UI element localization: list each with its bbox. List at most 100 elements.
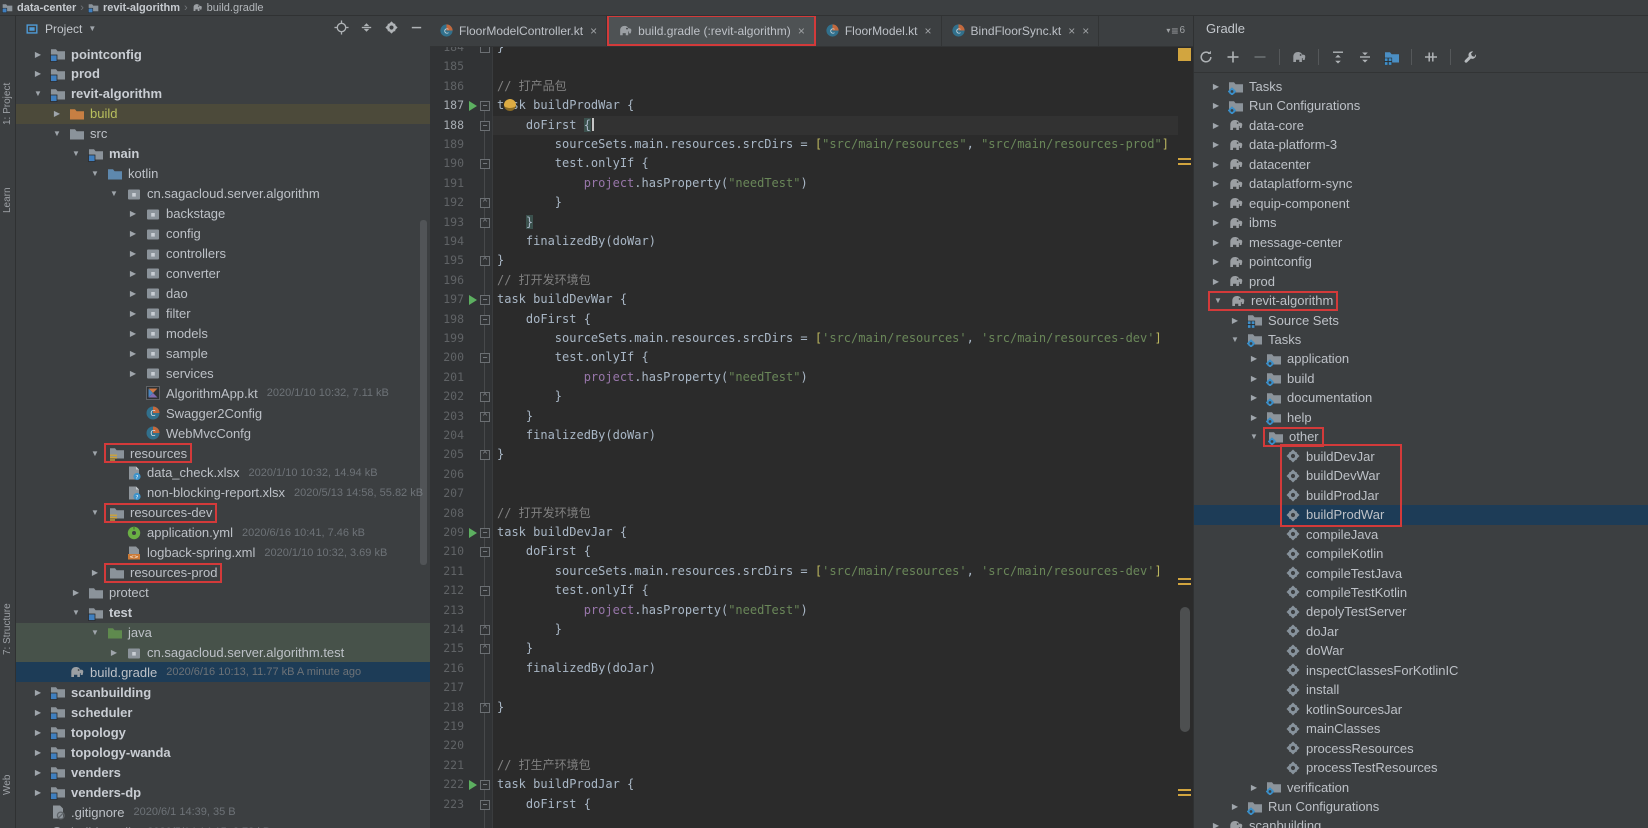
project-row-non-blocking-report.xlsx[interactable]: ?non-blocking-report.xlsx2020/5/13 14:58…	[15, 483, 430, 503]
project-row-application.yml[interactable]: application.yml2020/6/16 10:41, 7.46 kB	[15, 523, 430, 543]
gradle-row-help[interactable]: ▶help	[1194, 407, 1648, 427]
project-view-title[interactable]: Project	[45, 22, 82, 36]
run-task-icon[interactable]	[469, 528, 477, 538]
gradle-row-prod[interactable]: ▶prod	[1194, 271, 1648, 291]
project-row-cn.sagacloud.server.algorithm[interactable]: ▼cn.sagacloud.server.algorithm	[15, 184, 430, 204]
code-line-217[interactable]: 217	[430, 678, 1193, 697]
gradle-row-install[interactable]: install	[1194, 680, 1648, 700]
wrench-icon[interactable]	[1462, 49, 1478, 65]
group-sourceset-icon[interactable]	[1384, 49, 1400, 65]
project-row-main[interactable]: ▼main	[15, 144, 430, 164]
project-row-test[interactable]: ▼test	[15, 603, 430, 623]
code-line-192[interactable]: 192^ }	[430, 193, 1193, 212]
gradle-row-dowar[interactable]: doWar	[1194, 641, 1648, 661]
tree-collapsed-icon[interactable]: ▶	[1249, 413, 1259, 422]
tree-collapsed-icon[interactable]: ▶	[1211, 238, 1221, 247]
close-icon[interactable]: ×	[798, 24, 805, 38]
project-row-models[interactable]: ▶models	[15, 323, 430, 343]
collapse-all-icon[interactable]	[1357, 49, 1373, 65]
tool-window-button-web[interactable]: Web	[0, 743, 15, 795]
gradle-row-source-sets[interactable]: ▶Source Sets	[1194, 310, 1648, 330]
tree-expanded-icon[interactable]: ▼	[109, 189, 119, 198]
fold-collapse-icon[interactable]: −	[480, 800, 490, 810]
code-editor[interactable]: 184^}185186// 打产品包187−task buildProdWar …	[430, 46, 1193, 828]
code-line-186[interactable]: 186// 打产品包	[430, 77, 1193, 96]
gradle-row-depolytestserver[interactable]: depolyTestServer	[1194, 602, 1648, 622]
project-row-filter[interactable]: ▶filter	[15, 303, 430, 323]
tree-collapsed-icon[interactable]: ▶	[128, 249, 138, 258]
project-row-webmvcconfg[interactable]: CWebMvcConfg	[15, 423, 430, 443]
gradle-row-message-center[interactable]: ▶message-center	[1194, 232, 1648, 252]
project-row-scheduler[interactable]: ▶scheduler	[15, 702, 430, 722]
gradle-row-builddevjar[interactable]: buildDevJar	[1194, 446, 1648, 466]
fold-collapse-icon[interactable]: −	[480, 586, 490, 596]
fold-end-icon[interactable]: ^	[480, 256, 490, 266]
close-icon[interactable]: ×	[925, 24, 932, 38]
tree-collapsed-icon[interactable]: ▶	[1211, 160, 1221, 169]
code-line-187[interactable]: 187−task buildProdWar {	[430, 96, 1193, 115]
tree-collapsed-icon[interactable]: ▶	[33, 708, 43, 717]
code-line-196[interactable]: 196// 打开发环境包	[430, 271, 1193, 290]
code-line-197[interactable]: 197−task buildDevWar {	[430, 290, 1193, 309]
gradle-row-inspectclassesforkotlinic[interactable]: inspectClassesForKotlinIC	[1194, 660, 1648, 680]
gradle-row-datacenter[interactable]: ▶datacenter	[1194, 154, 1648, 174]
run-task-icon[interactable]	[469, 295, 477, 305]
fold-collapse-icon[interactable]: −	[480, 121, 490, 131]
gradle-row-compilejava[interactable]: compileJava	[1194, 524, 1648, 544]
gradle-row-compiletestjava[interactable]: compileTestJava	[1194, 563, 1648, 583]
fold-end-icon[interactable]: ^	[480, 450, 490, 460]
project-row-sample[interactable]: ▶sample	[15, 343, 430, 363]
tree-collapsed-icon[interactable]: ▶	[1211, 179, 1221, 188]
gradle-row-mainclasses[interactable]: mainClasses	[1194, 719, 1648, 739]
project-row-prod[interactable]: ▶prod	[15, 64, 430, 84]
gradle-row-tasks[interactable]: ▶Tasks	[1194, 77, 1648, 97]
tree-collapsed-icon[interactable]: ▶	[128, 329, 138, 338]
project-scrollbar[interactable]	[420, 220, 427, 565]
tree-collapsed-icon[interactable]: ▶	[128, 349, 138, 358]
tree-collapsed-icon[interactable]: ▶	[33, 748, 43, 757]
project-row-topology-wanda[interactable]: ▶topology-wanda	[15, 742, 430, 762]
close-icon[interactable]: ×	[1068, 24, 1075, 38]
hidden-tabs-dropdown[interactable]: ▾≡6	[1166, 15, 1193, 46]
tree-collapsed-icon[interactable]: ▶	[33, 69, 43, 78]
tree-expanded-icon[interactable]: ▼	[90, 628, 100, 637]
code-line-209[interactable]: 209−task buildDevJar {	[430, 523, 1193, 542]
tree-collapsed-icon[interactable]: ▶	[1211, 199, 1221, 208]
code-line-219[interactable]: 219	[430, 717, 1193, 736]
project-row-services[interactable]: ▶services	[15, 363, 430, 383]
gradle-row-scanbuilding[interactable]: ▶scanbuilding	[1194, 816, 1648, 828]
project-row-kotlin[interactable]: ▼kotlin	[15, 164, 430, 184]
tree-collapsed-icon[interactable]: ▶	[90, 568, 100, 577]
project-row-backstage[interactable]: ▶backstage	[15, 204, 430, 224]
split-bars-icon[interactable]	[1423, 49, 1439, 65]
tree-collapsed-icon[interactable]: ▶	[33, 688, 43, 697]
project-view-header[interactable]: Project ▼	[15, 15, 430, 42]
gradle-row-builddevwar[interactable]: buildDevWar	[1194, 466, 1648, 486]
gradle-run-icon[interactable]	[1291, 49, 1307, 65]
tree-collapsed-icon[interactable]: ▶	[128, 209, 138, 218]
project-row-swagger2config[interactable]: CSwagger2Config	[15, 403, 430, 423]
tree-collapsed-icon[interactable]: ▶	[52, 109, 62, 118]
fold-collapse-icon[interactable]: −	[480, 547, 490, 557]
tree-expanded-icon[interactable]: ▼	[1213, 296, 1223, 305]
tree-expanded-icon[interactable]: ▼	[71, 608, 81, 617]
gradle-row-dojar[interactable]: doJar	[1194, 621, 1648, 641]
fold-end-icon[interactable]: ^	[480, 703, 490, 713]
sync-icon[interactable]	[1198, 49, 1214, 65]
code-line-204[interactable]: 204 finalizedBy(doWar)	[430, 426, 1193, 445]
remove-icon[interactable]	[1252, 49, 1268, 65]
tree-collapsed-icon[interactable]: ▶	[1211, 257, 1221, 266]
tree-collapsed-icon[interactable]: ▶	[1249, 354, 1259, 363]
code-line-202[interactable]: 202^ }	[430, 387, 1193, 406]
tree-expanded-icon[interactable]: ▼	[1249, 432, 1259, 441]
gradle-row-revit-algorithm[interactable]: ▼revit-algorithm	[1194, 291, 1648, 311]
project-row-data-check.xlsx[interactable]: ?data_check.xlsx2020/1/10 10:32, 14.94 k…	[15, 463, 430, 483]
gradle-row-run-configurations[interactable]: ▶Run Configurations	[1194, 797, 1648, 817]
code-line-215[interactable]: 215^ }	[430, 639, 1193, 658]
tree-collapsed-icon[interactable]: ▶	[33, 728, 43, 737]
fold-collapse-icon[interactable]: −	[480, 353, 490, 363]
gradle-row-ibms[interactable]: ▶ibms	[1194, 213, 1648, 233]
tree-collapsed-icon[interactable]: ▶	[1230, 802, 1240, 811]
fold-end-icon[interactable]: ^	[480, 392, 490, 402]
project-row-protect[interactable]: ▶protect	[15, 583, 430, 603]
